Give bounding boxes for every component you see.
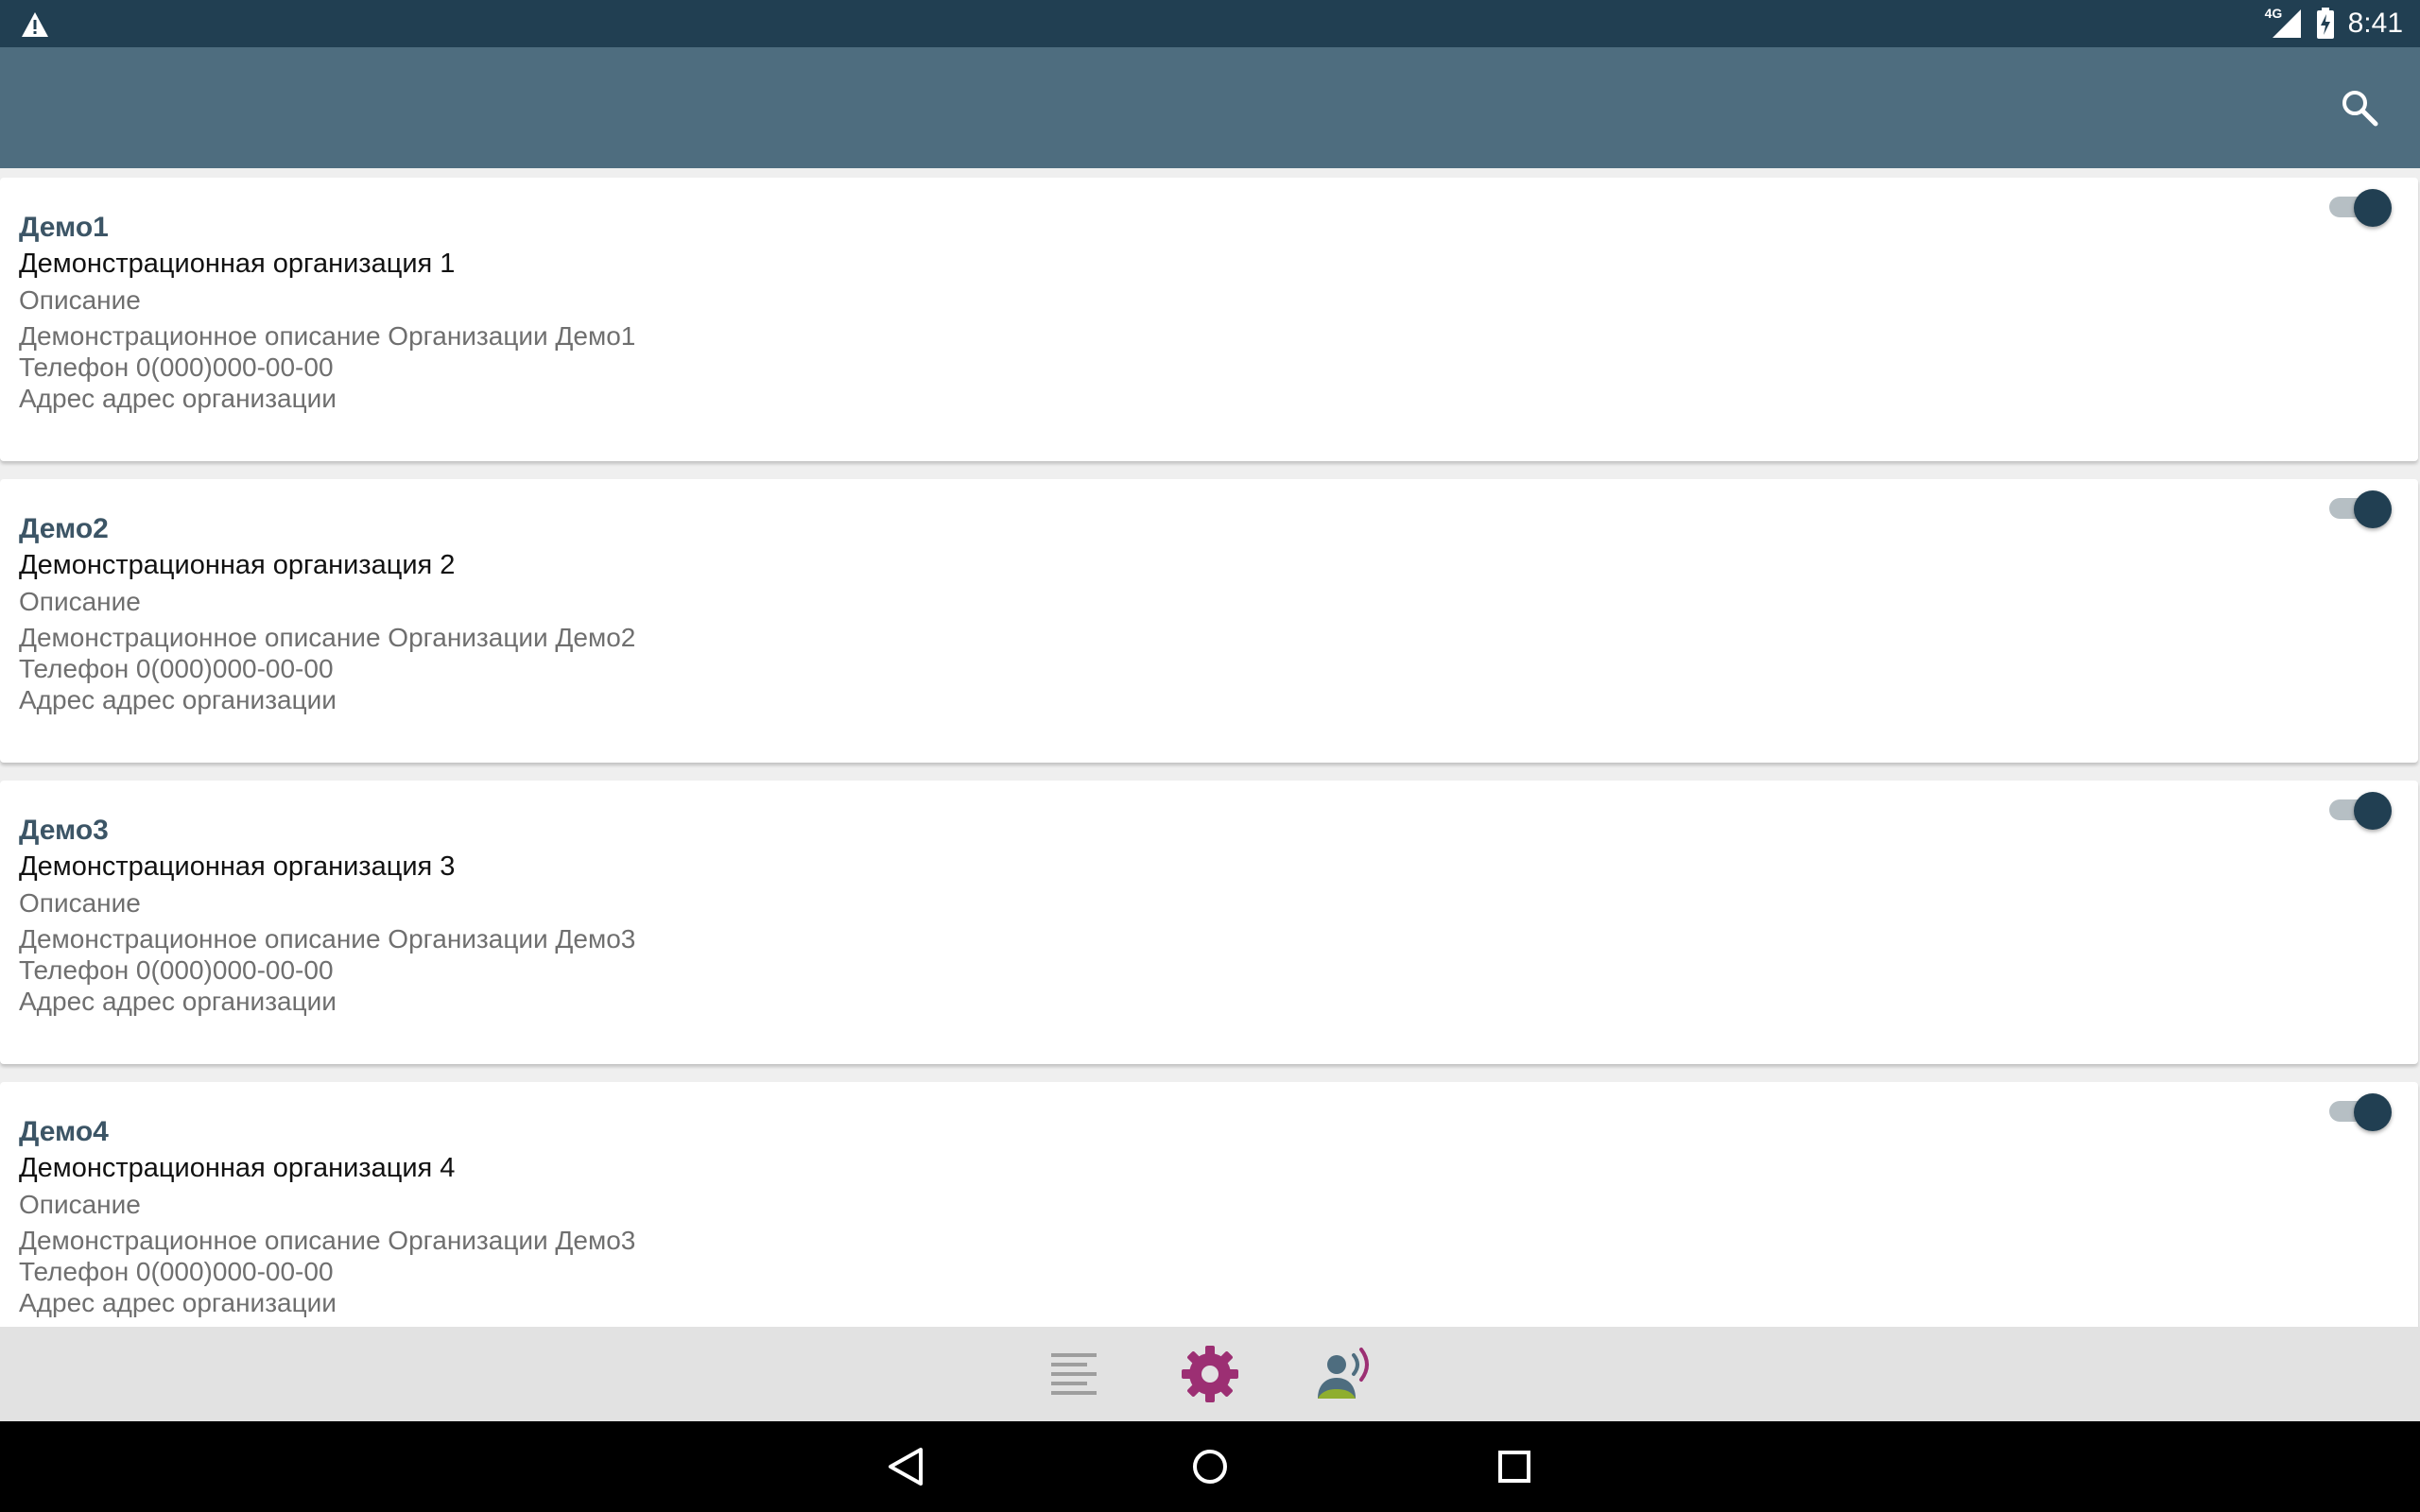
home-icon[interactable]: [1187, 1444, 1233, 1489]
organization-card[interactable]: Демо1 Демонстрационная организация 1 Опи…: [0, 178, 2418, 461]
toggle-thumb: [2354, 490, 2392, 528]
organization-short-name: Демо2: [19, 513, 109, 544]
organization-enable-toggle[interactable]: [2325, 487, 2392, 528]
search-icon[interactable]: [2339, 87, 2380, 129]
signal-icon: 4G: [2265, 6, 2303, 40]
description-label: Описание: [19, 888, 141, 918]
organization-description: Демонстрационное описание Организации Де…: [19, 924, 636, 954]
list-icon[interactable]: [1044, 1344, 1104, 1404]
description-label: Описание: [19, 1190, 141, 1219]
app-bar: [0, 47, 2420, 168]
organization-card[interactable]: Демо3 Демонстрационная организация 3 Опи…: [0, 781, 2418, 1064]
toggle-thumb: [2354, 189, 2392, 227]
voice-contact-icon[interactable]: [1314, 1344, 1374, 1404]
organization-short-name: Демо4: [19, 1116, 109, 1147]
organization-description: Демонстрационное описание Организации Де…: [19, 321, 636, 351]
organization-enable-toggle[interactable]: [2325, 185, 2392, 227]
organization-enable-toggle[interactable]: [2325, 788, 2392, 830]
battery-charging-icon: [2316, 8, 2334, 39]
organization-full-name: Демонстрационная организация 3: [19, 851, 456, 882]
organization-full-name: Демонстрационная организация 1: [19, 249, 456, 279]
organization-card[interactable]: Демо2 Демонстрационная организация 2 Опи…: [0, 479, 2418, 763]
organization-phone: Телефон 0(000)000-00-00: [19, 955, 334, 985]
organization-description: Демонстрационное описание Организации Де…: [19, 1226, 636, 1255]
organization-short-name: Демо1: [19, 212, 109, 243]
organization-address: Адрес адрес организации: [19, 987, 337, 1016]
organization-full-name: Демонстрационная организация 4: [19, 1153, 456, 1183]
status-bar: 4G 8:41: [0, 0, 2420, 47]
organization-address: Адрес адрес организации: [19, 384, 337, 413]
toggle-thumb: [2354, 792, 2392, 830]
organization-description: Демонстрационное описание Организации Де…: [19, 623, 636, 652]
organization-list: Демо1 Демонстрационная организация 1 Опи…: [0, 168, 2420, 1327]
organization-card[interactable]: Демо4 Демонстрационная организация 4 Опи…: [0, 1082, 2418, 1327]
organization-enable-toggle[interactable]: [2325, 1090, 2392, 1131]
recent-apps-icon[interactable]: [1492, 1444, 1537, 1489]
settings-gear-icon[interactable]: [1180, 1344, 1240, 1404]
warning-icon: [22, 12, 48, 37]
organization-short-name: Демо3: [19, 815, 109, 846]
back-icon[interactable]: [883, 1444, 928, 1489]
toggle-thumb: [2354, 1093, 2392, 1131]
organization-full-name: Демонстрационная организация 2: [19, 550, 456, 580]
organization-address: Адрес адрес организации: [19, 1288, 337, 1317]
clock: 8:41: [2347, 8, 2403, 39]
organization-address: Адрес адрес организации: [19, 685, 337, 714]
organization-phone: Телефон 0(000)000-00-00: [19, 1257, 334, 1286]
system-navigation-bar: [0, 1421, 2420, 1512]
organization-phone: Телефон 0(000)000-00-00: [19, 654, 334, 683]
organization-phone: Телефон 0(000)000-00-00: [19, 352, 334, 382]
description-label: Описание: [19, 285, 141, 315]
bottom-navigation: [0, 1327, 2420, 1421]
description-label: Описание: [19, 587, 141, 616]
